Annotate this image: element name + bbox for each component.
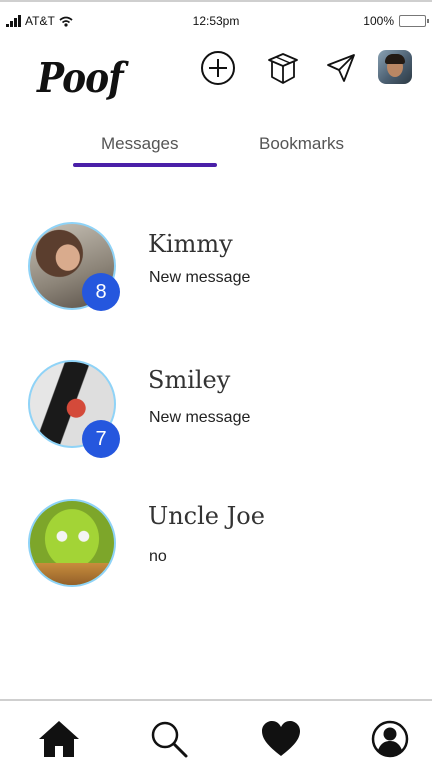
box-button[interactable]: [265, 50, 301, 86]
nav-home-button[interactable]: [36, 716, 82, 762]
add-post-button[interactable]: [200, 50, 236, 86]
profile-avatar[interactable]: [378, 50, 412, 84]
message-preview: New message: [149, 269, 251, 286]
tab-bookmarks[interactable]: Bookmarks: [259, 134, 344, 154]
search-icon: [151, 721, 188, 758]
status-bar: AT&T 12:53pm 100%: [0, 2, 432, 42]
status-right: 100%: [363, 14, 429, 28]
nav-search-button[interactable]: [146, 716, 192, 762]
conversation-row-uncle-joe[interactable]: Uncle Joe no: [0, 493, 432, 603]
message-preview: no: [149, 548, 167, 565]
bottom-divider: [0, 699, 432, 701]
nav-profile-button[interactable]: [367, 716, 413, 762]
send-button[interactable]: [323, 50, 359, 86]
heart-icon: [262, 721, 300, 756]
contact-name: Uncle Joe: [148, 502, 265, 530]
box-icon: [268, 53, 298, 84]
battery-percent: 100%: [363, 14, 394, 28]
app-logo[interactable]: Poof: [37, 54, 124, 102]
plus-circle-icon: [201, 51, 235, 85]
contact-name: Smiley: [148, 366, 231, 394]
unread-badge: 8: [82, 273, 120, 311]
message-preview: New message: [149, 409, 251, 426]
unread-badge: 7: [82, 420, 120, 458]
battery-icon: [399, 15, 429, 27]
tab-messages[interactable]: Messages: [101, 134, 178, 154]
active-tab-indicator: [73, 163, 217, 167]
conversation-row-smiley[interactable]: 7 Smiley New message: [0, 354, 432, 464]
send-icon: [327, 54, 355, 82]
home-icon: [39, 721, 79, 757]
app-screen: AT&T 12:53pm 100% Poof Messages Bookmark…: [0, 0, 432, 774]
contact-name: Kimmy: [148, 230, 233, 258]
conversation-row-kimmy[interactable]: 8 Kimmy New message: [0, 216, 432, 326]
avatar: [28, 499, 116, 587]
nav-favorites-button[interactable]: [258, 716, 304, 762]
profile-icon: [371, 720, 409, 758]
